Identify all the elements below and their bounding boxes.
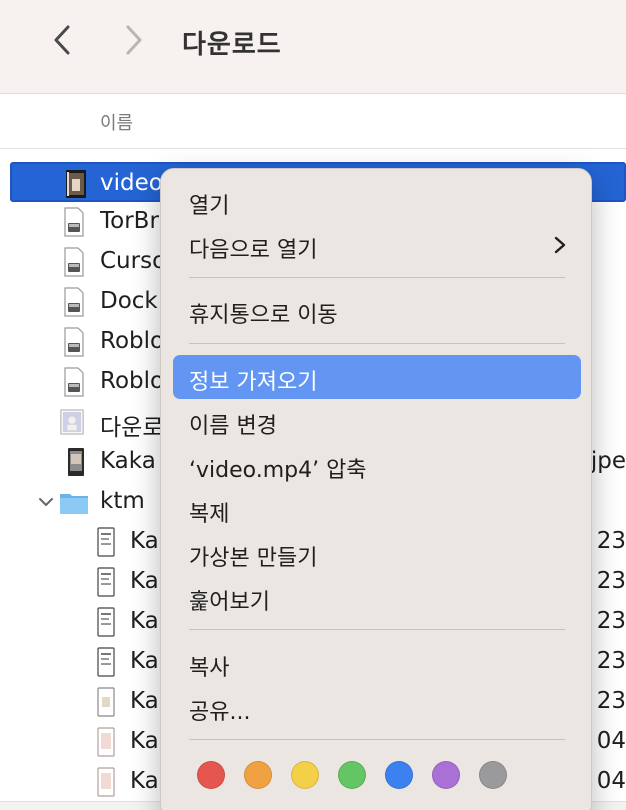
- file-name-tail: 04: [596, 768, 626, 794]
- menu-item-label: ‘video.mp4’ 압축: [189, 458, 367, 483]
- file-name: Ka: [130, 528, 159, 554]
- tag-red-dot[interactable]: [197, 761, 225, 789]
- phone-screenshot-icon: [97, 527, 115, 557]
- tag-gray-dot[interactable]: [479, 761, 507, 789]
- menu-item-open[interactable]: 열기: [173, 179, 581, 223]
- tag-green-dot[interactable]: [338, 761, 366, 789]
- menu-item-label: 복사: [189, 656, 230, 681]
- finder-toolbar: 다운로드: [0, 0, 626, 94]
- disk-image-icon: [64, 327, 84, 357]
- tag-color-row: [197, 761, 557, 791]
- folder-name: ktm: [100, 488, 145, 514]
- menu-separator: [189, 277, 565, 278]
- menu-item-compress[interactable]: ‘video.mp4’ 압축: [173, 443, 581, 487]
- menu-item-move-to-trash[interactable]: 휴지통으로 이동: [173, 288, 581, 332]
- phone-screenshot-icon: [97, 647, 115, 677]
- file-name: TorBr: [100, 208, 159, 234]
- file-name: Ka: [130, 688, 159, 714]
- forward-button[interactable]: [116, 22, 152, 58]
- tag-orange-dot[interactable]: [244, 761, 272, 789]
- phone-screenshot-icon: [97, 767, 115, 797]
- menu-item-label: 정보 가져오기: [189, 370, 318, 395]
- context-menu: 열기 다음으로 열기 휴지통으로 이동 정보 가져오기 이름 변경 ‘video…: [160, 168, 592, 810]
- phone-screenshot-icon: [97, 727, 115, 757]
- menu-item-label: 가상본 만들기: [189, 546, 318, 571]
- file-name: Ka: [130, 648, 159, 674]
- menu-item-label: 이름 변경: [189, 414, 277, 439]
- phone-screenshot-icon: [97, 567, 115, 597]
- menu-separator: [189, 343, 565, 344]
- name-column-header[interactable]: 이름: [100, 109, 133, 135]
- file-name: Kaka: [100, 448, 156, 474]
- disk-image-icon: [64, 207, 84, 237]
- tag-blue-dot[interactable]: [385, 761, 413, 789]
- file-name-tail: 23: [596, 608, 626, 634]
- menu-item-share[interactable]: 공유...: [173, 685, 581, 729]
- file-name-tail: 23: [596, 568, 626, 594]
- menu-item-label: 복제: [189, 502, 230, 527]
- file-name: Curso: [100, 248, 167, 274]
- disk-image-icon: [64, 287, 84, 317]
- menu-item-make-alias[interactable]: 가상본 만들기: [173, 531, 581, 575]
- file-name: Dock: [100, 288, 158, 314]
- column-header: 이름: [0, 95, 626, 149]
- image-thumbnail-icon: [60, 409, 84, 435]
- menu-item-rename[interactable]: 이름 변경: [173, 399, 581, 443]
- menu-item-copy[interactable]: 복사: [173, 641, 581, 685]
- file-name-tail: 23: [596, 528, 626, 554]
- back-button[interactable]: [44, 22, 80, 58]
- menu-separator: [189, 739, 565, 740]
- disk-image-icon: [64, 367, 84, 397]
- window-title: 다운로드: [182, 30, 282, 60]
- file-name: video: [100, 170, 163, 196]
- menu-item-get-info[interactable]: 정보 가져오기: [173, 355, 581, 399]
- menu-item-quick-look[interactable]: 훑어보기: [173, 575, 581, 619]
- folder-icon: [60, 494, 88, 514]
- menu-item-label: 휴지통으로 이동: [189, 303, 338, 328]
- phone-screenshot-icon: [68, 448, 84, 476]
- menu-item-label: 훑어보기: [189, 590, 270, 615]
- file-name: 다운로: [100, 415, 164, 441]
- tag-purple-dot[interactable]: [432, 761, 460, 789]
- chevron-left-icon: [54, 25, 70, 55]
- menu-item-duplicate[interactable]: 복제: [173, 487, 581, 531]
- chevron-right-icon: [126, 25, 142, 55]
- menu-item-label: 열기: [189, 194, 230, 219]
- file-name: Ka: [130, 568, 159, 594]
- video-thumbnail-icon: [66, 170, 86, 198]
- menu-item-label: 다음으로 열기: [189, 238, 318, 263]
- menu-item-label: 공유...: [189, 700, 251, 725]
- phone-screenshot-icon: [97, 687, 115, 717]
- file-name: Roblo: [100, 368, 165, 394]
- file-name: Ka: [130, 728, 159, 754]
- file-name-tail: 04: [596, 728, 626, 754]
- disk-image-icon: [64, 247, 84, 277]
- menu-item-open-with[interactable]: 다음으로 열기: [173, 223, 581, 267]
- tag-yellow-dot[interactable]: [291, 761, 319, 789]
- submenu-chevron-right-icon: [554, 236, 566, 254]
- phone-screenshot-icon: [97, 607, 115, 637]
- disclosure-chevron-down-icon[interactable]: [36, 492, 56, 512]
- menu-separator: [189, 629, 565, 630]
- file-name: Ka: [130, 608, 159, 634]
- file-name-tail: 23: [596, 648, 626, 674]
- file-name: Roblo: [100, 328, 165, 354]
- file-name: Ka: [130, 768, 159, 794]
- file-name-tail: 23: [596, 688, 626, 714]
